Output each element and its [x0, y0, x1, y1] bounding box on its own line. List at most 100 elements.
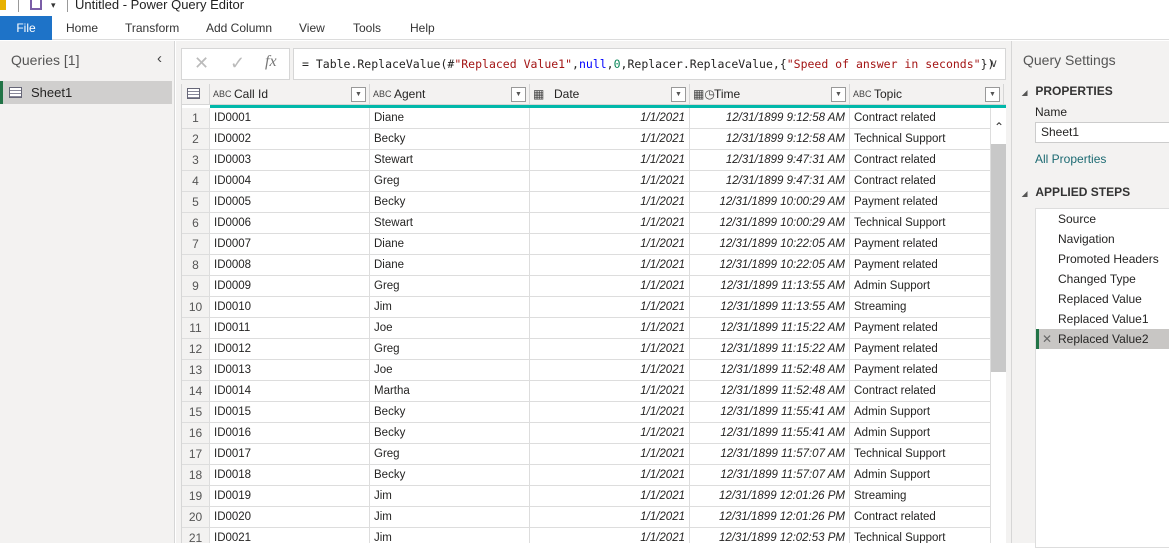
cell-date[interactable]: 1/1/2021 [530, 234, 690, 255]
cell-topic[interactable]: Admin Support [850, 423, 991, 444]
cell-date[interactable]: 1/1/2021 [530, 150, 690, 171]
applied-step[interactable]: Navigation [1036, 229, 1169, 249]
cell-call-id[interactable]: ID0018 [210, 465, 370, 486]
cell-agent[interactable]: Greg [370, 339, 530, 360]
cell-time[interactable]: 12/31/1899 11:52:48 AM [690, 381, 850, 402]
cell-agent[interactable]: Stewart [370, 213, 530, 234]
cell-topic[interactable]: Admin Support [850, 276, 991, 297]
properties-section[interactable]: ◢ PROPERTIES [1022, 84, 1113, 98]
row-number[interactable]: 16 [182, 423, 210, 444]
row-number[interactable]: 14 [182, 381, 210, 402]
cell-call-id[interactable]: ID0015 [210, 402, 370, 423]
cell-time[interactable]: 12/31/1899 9:12:58 AM [690, 129, 850, 150]
cell-topic[interactable]: Streaming [850, 297, 991, 318]
cell-call-id[interactable]: ID0008 [210, 255, 370, 276]
row-number[interactable]: 10 [182, 297, 210, 318]
row-number[interactable]: 2 [182, 129, 210, 150]
query-item-sheet1[interactable]: Sheet1 [0, 81, 172, 104]
cell-time[interactable]: 12/31/1899 12:02:53 PM [690, 528, 850, 543]
cell-agent[interactable]: Martha [370, 381, 530, 402]
cell-topic[interactable]: Payment related [850, 234, 991, 255]
cell-date[interactable]: 1/1/2021 [530, 192, 690, 213]
cell-date[interactable]: 1/1/2021 [530, 402, 690, 423]
cell-agent[interactable]: Becky [370, 402, 530, 423]
table-menu-button[interactable] [182, 84, 210, 105]
delete-step-icon[interactable]: ✕ [1042, 329, 1052, 349]
cell-time[interactable]: 12/31/1899 11:55:41 AM [690, 423, 850, 444]
cell-agent[interactable]: Joe [370, 318, 530, 339]
row-number[interactable]: 7 [182, 234, 210, 255]
cell-topic[interactable]: Technical Support [850, 213, 991, 234]
cell-call-id[interactable]: ID0007 [210, 234, 370, 255]
row-number[interactable]: 1 [182, 108, 210, 129]
text-type-icon[interactable]: ABC [373, 84, 392, 105]
column-header-agent[interactable]: ABC Agent ▼ [370, 84, 530, 105]
text-type-icon[interactable]: ABC [853, 84, 872, 105]
cell-call-id[interactable]: ID0016 [210, 423, 370, 444]
filter-dropdown-icon[interactable]: ▼ [351, 87, 366, 102]
cell-topic[interactable]: Streaming [850, 486, 991, 507]
cell-date[interactable]: 1/1/2021 [530, 360, 690, 381]
cell-agent[interactable]: Greg [370, 444, 530, 465]
tab-add-column[interactable]: Add Column [206, 16, 272, 40]
cell-topic[interactable]: Technical Support [850, 129, 991, 150]
cell-agent[interactable]: Becky [370, 129, 530, 150]
cell-agent[interactable]: Jim [370, 507, 530, 528]
cell-call-id[interactable]: ID0017 [210, 444, 370, 465]
column-header-date[interactable]: ▦ Date ▼ [530, 84, 690, 105]
cell-agent[interactable]: Diane [370, 234, 530, 255]
applied-step[interactable]: Promoted Headers [1036, 249, 1169, 269]
row-number[interactable]: 21 [182, 528, 210, 543]
row-number[interactable]: 20 [182, 507, 210, 528]
datetime-type-icon[interactable]: ▦◷ [693, 84, 715, 105]
cell-agent[interactable]: Greg [370, 171, 530, 192]
cell-date[interactable]: 1/1/2021 [530, 297, 690, 318]
cell-call-id[interactable]: ID0014 [210, 381, 370, 402]
cell-topic[interactable]: Payment related [850, 255, 991, 276]
row-number[interactable]: 11 [182, 318, 210, 339]
cell-date[interactable]: 1/1/2021 [530, 444, 690, 465]
applied-step[interactable]: Replaced Value1 [1036, 309, 1169, 329]
cell-call-id[interactable]: ID0006 [210, 213, 370, 234]
cell-agent[interactable]: Jim [370, 528, 530, 543]
cell-agent[interactable]: Becky [370, 423, 530, 444]
cell-topic[interactable]: Payment related [850, 192, 991, 213]
cell-time[interactable]: 12/31/1899 12:01:26 PM [690, 507, 850, 528]
cancel-icon[interactable]: ✕ [194, 53, 209, 74]
applied-step[interactable]: ✕ Replaced Value2 [1036, 329, 1169, 349]
tab-home[interactable]: Home [66, 16, 98, 40]
cell-time[interactable]: 12/31/1899 11:57:07 AM [690, 465, 850, 486]
save-icon[interactable] [30, 0, 42, 10]
all-properties-link[interactable]: All Properties [1035, 152, 1106, 166]
cell-agent[interactable]: Becky [370, 192, 530, 213]
applied-step[interactable]: Changed Type [1036, 269, 1169, 289]
cell-time[interactable]: 12/31/1899 11:13:55 AM [690, 297, 850, 318]
collapse-pane-icon[interactable]: ‹ [157, 50, 162, 67]
cell-time[interactable]: 12/31/1899 10:22:05 AM [690, 234, 850, 255]
filter-dropdown-icon[interactable]: ▼ [831, 87, 846, 102]
cell-time[interactable]: 12/31/1899 11:15:22 AM [690, 318, 850, 339]
applied-steps-section[interactable]: ◢ APPLIED STEPS [1022, 185, 1130, 199]
applied-step[interactable]: Replaced Value [1036, 289, 1169, 309]
cell-topic[interactable]: Technical Support [850, 444, 991, 465]
cell-agent[interactable]: Joe [370, 360, 530, 381]
cell-topic[interactable]: Contract related [850, 507, 991, 528]
cell-topic[interactable]: Payment related [850, 360, 991, 381]
cell-date[interactable]: 1/1/2021 [530, 108, 690, 129]
cell-call-id[interactable]: ID0011 [210, 318, 370, 339]
cell-agent[interactable]: Jim [370, 297, 530, 318]
cell-date[interactable]: 1/1/2021 [530, 507, 690, 528]
cell-time[interactable]: 12/31/1899 10:22:05 AM [690, 255, 850, 276]
row-number[interactable]: 5 [182, 192, 210, 213]
tab-view[interactable]: View [299, 16, 325, 40]
applied-step[interactable]: Source [1036, 209, 1169, 229]
cell-time[interactable]: 12/31/1899 10:00:29 AM [690, 192, 850, 213]
cell-topic[interactable]: Contract related [850, 171, 991, 192]
cell-time[interactable]: 12/31/1899 9:12:58 AM [690, 108, 850, 129]
column-header-call-id[interactable]: ABC Call Id ▼ [210, 84, 370, 105]
row-number[interactable]: 4 [182, 171, 210, 192]
cell-call-id[interactable]: ID0013 [210, 360, 370, 381]
scroll-up-icon[interactable]: ⌃ [994, 120, 1004, 134]
cell-topic[interactable]: Technical Support [850, 528, 991, 543]
cell-call-id[interactable]: ID0003 [210, 150, 370, 171]
